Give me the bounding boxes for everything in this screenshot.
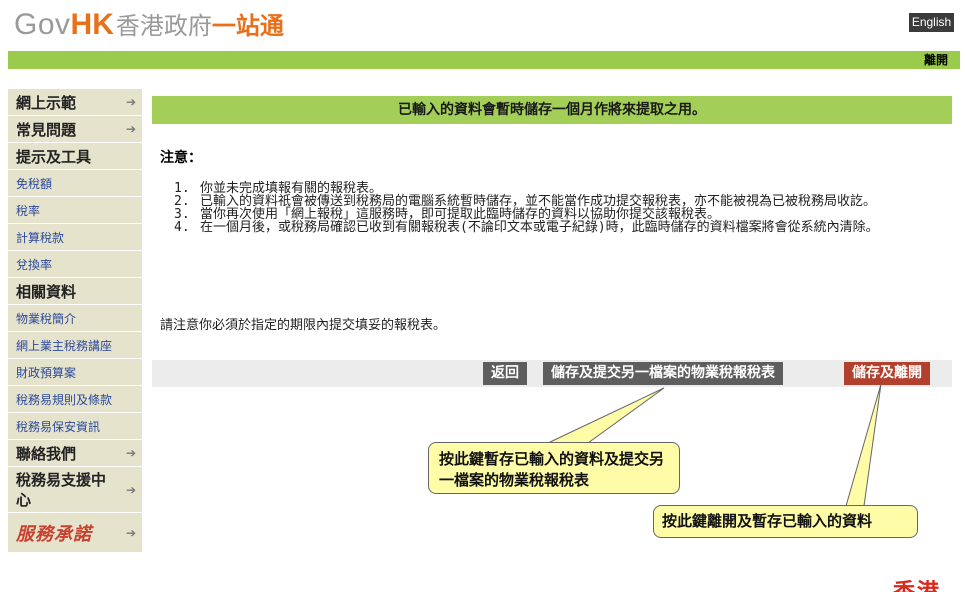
corner-logo-text: 香港 xyxy=(893,574,941,592)
callout-save-another: 按此鍵暫存已輸入的資料及提交另一檔案的物業稅報稅表 xyxy=(428,442,680,494)
callout-pointer-save-exit xyxy=(845,383,882,507)
callout-save-exit: 按此鍵離開及暫存已輸入的資料 xyxy=(653,505,918,538)
callout-pointer-save-another xyxy=(547,387,665,444)
callout-pointers xyxy=(547,383,882,507)
